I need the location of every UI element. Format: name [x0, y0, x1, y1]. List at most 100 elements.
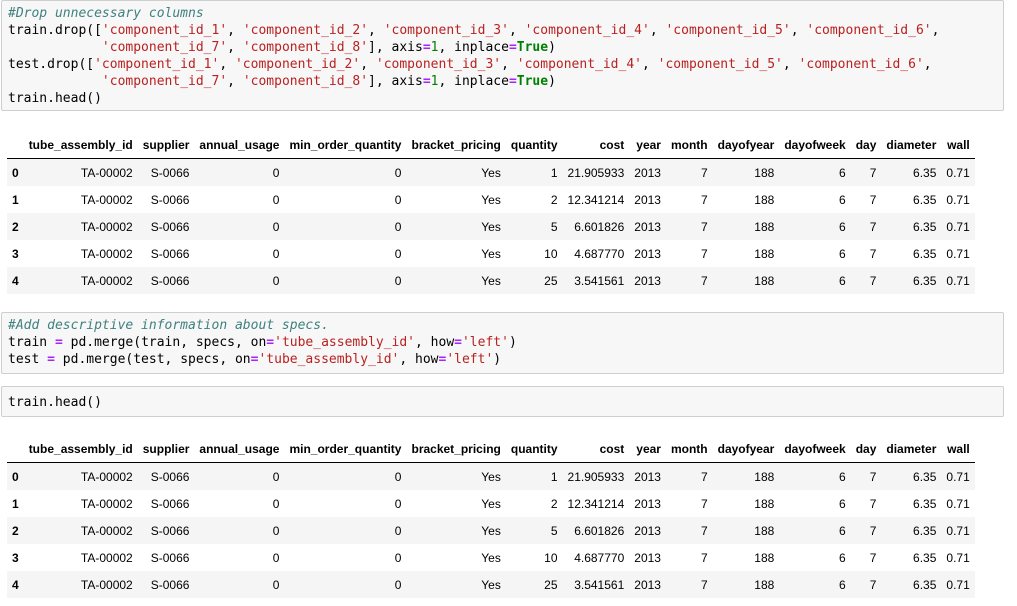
- table-cell: 0.71: [946, 577, 970, 592]
- table-cell: 188: [754, 469, 775, 484]
- code-token: True: [516, 40, 549, 55]
- table-cell: 0.71: [946, 469, 970, 484]
- code-token: #Drop unnecessary columns: [8, 6, 204, 21]
- code-token: ): [548, 74, 556, 89]
- table-cell: 0.71: [946, 523, 970, 538]
- table-cell: 2013: [634, 273, 661, 288]
- code-token: 1: [430, 40, 439, 55]
- code-token: ,: [227, 40, 243, 55]
- table-cell: 0: [394, 523, 402, 538]
- table-cell: TA-00002: [80, 219, 133, 234]
- code-editor[interactable]: #Add descriptive information about specs…: [2, 313, 1003, 368]
- table-cell: 0: [272, 523, 280, 538]
- table-cell: 12.341214: [567, 496, 625, 511]
- table-cell: 6: [839, 550, 846, 565]
- code-cell-drop-columns[interactable]: #Drop unnecessary columns train.drop(['c…: [1, 0, 1004, 111]
- table-cell: 0: [394, 192, 402, 207]
- code-token: ,: [227, 23, 243, 38]
- table-cell: 0: [272, 246, 280, 261]
- code-cell-merge-specs[interactable]: #Add descriptive information about specs…: [1, 312, 1004, 374]
- table-cell: 0: [394, 577, 402, 592]
- table-cell: S-0066: [150, 550, 190, 565]
- code-token: ): [493, 352, 502, 367]
- table-cell: 0: [394, 550, 402, 565]
- table-cell: 188: [754, 219, 775, 234]
- code-token: test: [8, 352, 48, 367]
- table-cell: 1: [550, 469, 558, 484]
- code-token: ,: [219, 57, 235, 72]
- table-cell: 0.71: [946, 192, 970, 207]
- table-cell: 2: [550, 192, 558, 207]
- table-cell: 2013: [634, 192, 661, 207]
- code-cell-head[interactable]: train.head(): [1, 386, 1004, 417]
- table-cell: 2013: [634, 165, 661, 180]
- code-token: ): [548, 40, 556, 55]
- row-index: 3: [12, 550, 19, 565]
- table-cell: 7: [700, 496, 708, 511]
- code-token: =: [54, 335, 63, 350]
- code-token: 'component_id_5': [665, 23, 791, 38]
- code-token: 'component_id_1': [101, 23, 228, 38]
- code-token: ): [508, 335, 517, 350]
- table-cell: Yes: [481, 523, 501, 538]
- column-header: wall: [941, 435, 975, 463]
- table-cell: 7: [700, 523, 708, 538]
- table-cell: 6.35: [913, 192, 937, 207]
- table-cell: 7: [700, 577, 708, 592]
- table-row: 1 TA-00002 S-0066 0 0 Yes 2 12.341214 2013 7 188 6 7…: [7, 490, 975, 517]
- table-cell: S-0066: [150, 219, 190, 234]
- column-header: supplier: [137, 435, 195, 463]
- table-cell: 2013: [634, 469, 661, 484]
- table-cell: 6.601826: [574, 523, 625, 538]
- table-cell: 0: [272, 192, 280, 207]
- table-cell: 6.35: [913, 469, 937, 484]
- code-token: , inplace: [438, 40, 509, 55]
- code-token: ,: [931, 23, 940, 38]
- column-header: month: [665, 131, 713, 159]
- code-editor[interactable]: train.head(): [2, 387, 1003, 411]
- table-cell: 188: [754, 577, 775, 592]
- column-header: year: [629, 435, 666, 463]
- table-cell: 2013: [634, 523, 661, 538]
- table-cell: Yes: [481, 496, 501, 511]
- column-header: annual_usage: [194, 435, 285, 463]
- table-cell: 0: [272, 550, 280, 565]
- table-cell: 2013: [634, 219, 661, 234]
- table-cell: 0: [272, 165, 280, 180]
- table-cell: 0.71: [946, 496, 970, 511]
- table-cell: 6.35: [913, 219, 937, 234]
- table-cell: TA-00002: [80, 273, 133, 288]
- table-cell: 7: [869, 273, 877, 288]
- row-index: 3: [12, 246, 19, 261]
- row-index: 2: [12, 219, 19, 234]
- table-cell: 6: [839, 219, 846, 234]
- code-token: 'tube_assembly_id': [258, 352, 400, 367]
- table-cell: S-0066: [150, 246, 190, 261]
- table-cell: 7: [700, 165, 708, 180]
- table-cell: 2013: [634, 550, 661, 565]
- table-cell: 6: [839, 246, 846, 261]
- code-token: =: [266, 335, 275, 350]
- row-index: 4: [12, 273, 19, 288]
- table-row: 0 TA-00002 S-0066 0 0 Yes 1 21.905933 2013 7 188 6 7…: [7, 158, 975, 186]
- table-cell: TA-00002: [80, 577, 133, 592]
- code-token: ], axis: [368, 40, 423, 55]
- column-header: day: [850, 435, 882, 463]
- column-header: min_order_quantity: [284, 131, 407, 159]
- table-cell: TA-00002: [80, 496, 133, 511]
- code-editor[interactable]: #Drop unnecessary columns train.drop(['c…: [2, 1, 1003, 107]
- code-token: ,: [501, 57, 517, 72]
- code-token: #Add descriptive information about specs…: [8, 318, 329, 333]
- table-cell: 0: [394, 165, 402, 180]
- table-cell: 0: [394, 469, 402, 484]
- column-header: wall: [941, 131, 975, 159]
- code-token: 'left': [461, 335, 509, 350]
- column-header: quantity: [505, 435, 563, 463]
- table-cell: TA-00002: [80, 192, 133, 207]
- code-token: 'component_id_7': [101, 74, 228, 89]
- code-token: 'component_id_8': [242, 74, 369, 89]
- table-cell: 6.601826: [574, 219, 625, 234]
- column-header: dayofweek: [779, 131, 851, 159]
- table-cell: TA-00002: [80, 523, 133, 538]
